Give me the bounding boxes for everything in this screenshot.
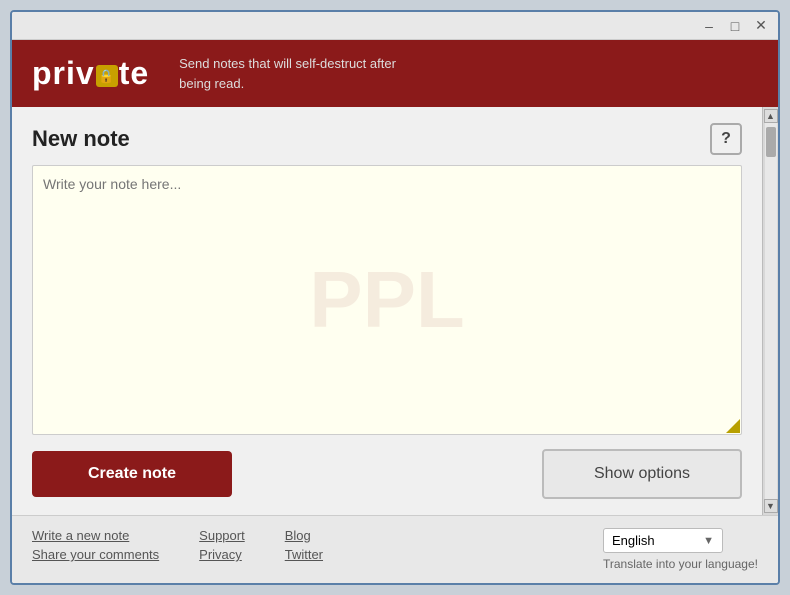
scroll-up-button[interactable]: ▲	[764, 109, 778, 123]
note-input[interactable]	[32, 165, 742, 435]
logo: priv 🔒 te	[32, 55, 149, 92]
language-selector-area: English ▼ Translate into your language!	[603, 528, 758, 571]
titlebar: – □ ✕	[12, 12, 778, 40]
scroll-down-button[interactable]: ▼	[764, 499, 778, 513]
create-note-button[interactable]: Create note	[32, 451, 232, 497]
scroll-thumb[interactable]	[766, 127, 776, 157]
support-link[interactable]: Support	[199, 528, 245, 543]
twitter-link[interactable]: Twitter	[285, 547, 323, 562]
action-row: Create note Show options	[32, 449, 742, 499]
footer-links: Write a new note Share your comments Sup…	[32, 528, 758, 571]
blog-link[interactable]: Blog	[285, 528, 323, 543]
note-textarea-wrapper: PPL	[32, 165, 742, 435]
side-scrollbar: ▲ ▼	[762, 107, 778, 515]
logo-text: priv 🔒 te	[32, 55, 149, 92]
titlebar-controls: – □ ✕	[700, 17, 770, 35]
translate-text: Translate into your language!	[603, 557, 758, 571]
header-tagline: Send notes that will self-destruct after…	[179, 54, 396, 93]
maximize-button[interactable]: □	[726, 17, 744, 35]
write-new-note-link[interactable]: Write a new note	[32, 528, 159, 543]
language-select[interactable]: English ▼	[603, 528, 723, 553]
main-with-scrollbar: New note ? PPL Create note Show options …	[12, 107, 778, 515]
footer-col-1: Write a new note Share your comments	[32, 528, 159, 562]
help-button[interactable]: ?	[710, 123, 742, 155]
app-window: – □ ✕ priv 🔒 te Send notes that will sel…	[10, 10, 780, 585]
scroll-track[interactable]	[765, 123, 777, 499]
share-comments-link[interactable]: Share your comments	[32, 547, 159, 562]
close-button[interactable]: ✕	[752, 17, 770, 35]
language-label: English	[612, 533, 655, 548]
footer-col-2: Support Privacy	[199, 528, 245, 562]
footer: Write a new note Share your comments Sup…	[12, 515, 778, 583]
footer-col-3: Blog Twitter	[285, 528, 323, 562]
app-header: priv 🔒 te Send notes that will self-dest…	[12, 40, 778, 107]
dropdown-arrow-icon: ▼	[703, 535, 714, 547]
minimize-button[interactable]: –	[700, 17, 718, 35]
section-header: New note ?	[32, 123, 742, 155]
main-area: New note ? PPL Create note Show options	[12, 107, 762, 515]
show-options-button[interactable]: Show options	[542, 449, 742, 499]
privacy-link[interactable]: Privacy	[199, 547, 245, 562]
page-title: New note	[32, 126, 130, 152]
